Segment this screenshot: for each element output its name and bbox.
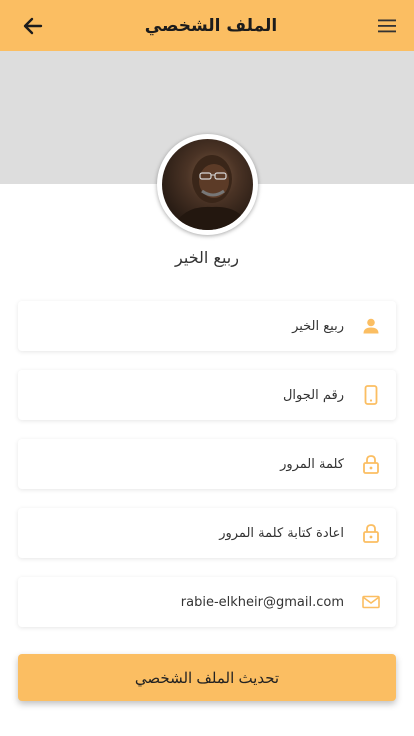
email-field-value: rabie-elkheir@gmail.com	[180, 594, 344, 610]
password-field-placeholder: كلمة المرور	[280, 456, 344, 472]
avatar-frame	[157, 134, 258, 235]
menu-button[interactable]	[374, 13, 400, 39]
confirm-password-field[interactable]: اعادة كتابة كلمة المرور	[18, 508, 396, 558]
lock-icon	[360, 453, 382, 475]
person-icon	[360, 315, 382, 337]
lock-icon	[360, 522, 382, 544]
password-field[interactable]: كلمة المرور	[18, 439, 396, 489]
profile-name: ربيع الخير	[175, 248, 239, 267]
back-button[interactable]	[18, 11, 48, 41]
avatar-photo	[172, 155, 250, 230]
name-field-value: ربيع الخير	[292, 318, 344, 334]
email-field[interactable]: rabie-elkheir@gmail.com	[18, 577, 396, 627]
page-title: الملف الشخصي	[144, 15, 278, 36]
confirm-password-field-placeholder: اعادة كتابة كلمة المرور	[219, 525, 344, 541]
mail-icon	[360, 591, 382, 613]
hamburger-menu-icon	[378, 19, 396, 32]
avatar[interactable]	[162, 139, 253, 230]
phone-icon	[360, 384, 382, 406]
update-profile-button[interactable]: تحديث الملف الشخصي	[18, 654, 396, 701]
app-header: الملف الشخصي	[0, 0, 414, 51]
arrow-left-icon	[23, 17, 43, 34]
phone-field-placeholder: رقم الجوال	[282, 387, 344, 403]
phone-field[interactable]: رقم الجوال	[18, 370, 396, 420]
name-field[interactable]: ربيع الخير	[18, 301, 396, 351]
